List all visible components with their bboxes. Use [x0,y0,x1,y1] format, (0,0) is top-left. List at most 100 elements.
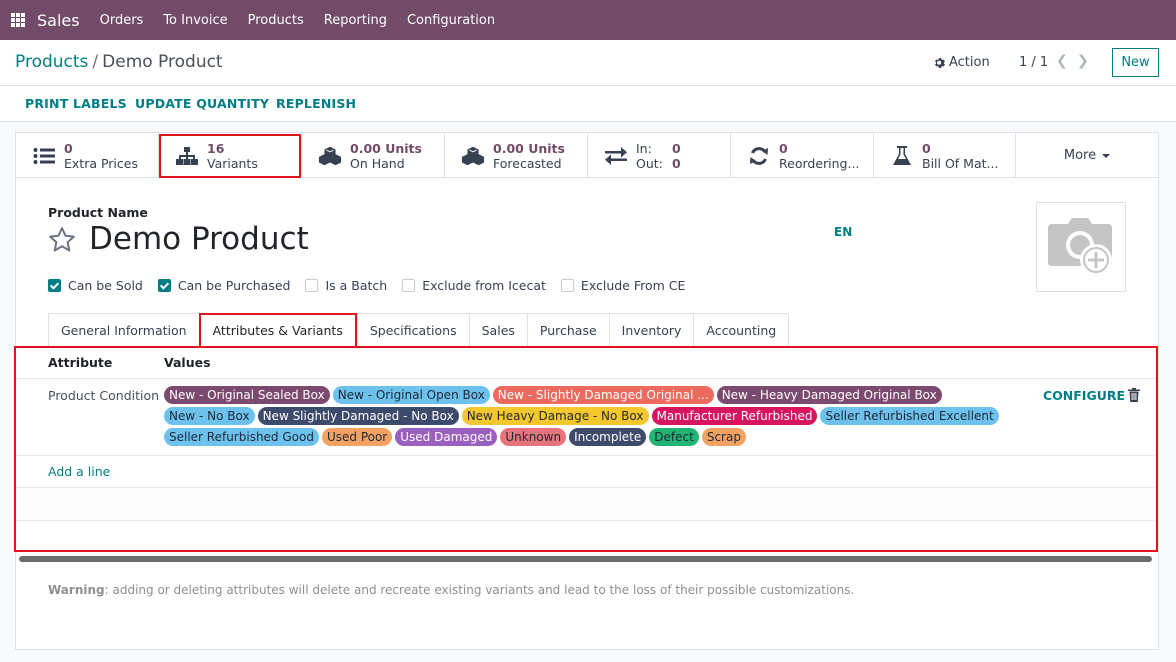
variants-button[interactable]: 16 Variants [159,133,302,178]
breadcrumb: Products / Demo Product [15,52,223,72]
top-navbar: Sales Orders To Invoice Products Reporti… [0,0,1176,40]
value-badge[interactable]: Scrap [701,428,746,446]
gear-icon [935,57,945,68]
update-quantity-button[interactable]: UPDATE QUANTITY [135,96,269,111]
menu-to-invoice[interactable]: To Invoice [163,13,227,28]
list-icon [32,144,56,168]
replenish-button[interactable]: REPLENISH [276,96,356,111]
variants-value: 16 [207,140,225,156]
tab-accounting[interactable]: Accounting [693,313,790,347]
add-a-line-link[interactable]: Add a line [48,464,110,479]
value-badge[interactable]: Seller Refurbished Good [164,428,319,446]
bom-label: Bill Of Mat... [922,155,999,171]
header-attribute[interactable]: Attribute [48,355,112,370]
apps-grid-icon[interactable] [11,13,25,27]
value-badge[interactable]: Unknown [500,428,567,446]
configure-button[interactable]: CONFIGURE [1043,388,1125,403]
new-button[interactable]: New [1112,48,1159,77]
pager-value[interactable]: 1 / 1 [1019,55,1048,70]
can-be-sold-checkbox[interactable]: Can be Sold [48,278,143,293]
on-hand-value: 0.00 Units [350,140,422,156]
value-badge[interactable]: Seller Refurbished Excellent [820,407,999,425]
tab-specifications[interactable]: Specifications [356,313,469,347]
is-a-batch-checkbox[interactable]: Is a Batch [305,278,387,293]
value-badge[interactable]: New - Original Open Box [332,386,490,404]
reordering-button[interactable]: 0 Reordering... [731,133,874,178]
statusbar: PRINT LABELS UPDATE QUANTITY REPLENISH [0,86,1176,122]
attribute-name[interactable]: Product Condition [48,388,159,403]
value-badge[interactable]: New - Heavy Damaged Original Box [716,386,942,404]
trash-icon[interactable] [1128,388,1140,402]
exclude-from-icecat-checkbox[interactable]: Exclude from Icecat [402,278,546,293]
horizontal-scrollbar[interactable] [19,556,1152,562]
value-badge[interactable]: New Slightly Damaged - No Box [257,407,459,425]
menu-orders[interactable]: Orders [100,13,144,28]
form-sheet: 0 Extra Prices 16 Variants 0.00 Units On… [14,132,1159,650]
exclude-from-icecat-label: Exclude from Icecat [422,278,546,293]
forecasted-label: Forecasted [493,155,562,171]
checkbox-checked-icon[interactable] [48,279,61,292]
control-panel: Products / Demo Product Action 1 / 1 ❮ ❯ N… [0,40,1176,86]
value-badge[interactable]: New - Original Sealed Box [164,386,330,404]
chevron-left-icon[interactable]: ❮ [1056,53,1068,69]
product-flags: Can be Sold Can be Purchased Is a Batch … [48,278,700,293]
value-badge[interactable]: New Heavy Damage - No Box [461,407,649,425]
language-button[interactable]: EN [834,225,852,239]
menu-products[interactable]: Products [248,13,304,28]
checkbox-unchecked-icon[interactable] [560,279,574,292]
breadcrumb-products-link[interactable]: Products [15,52,88,72]
tab-general-information[interactable]: General Information [48,313,199,347]
checkbox-unchecked-icon[interactable] [402,279,416,292]
warning-message: Warning: adding or deleting attributes w… [48,583,854,597]
header-values[interactable]: Values [164,355,211,370]
smart-button-box: 0 Extra Prices 16 Variants 0.00 Units On… [16,133,1158,178]
forecasted-button[interactable]: 0.00 Units Forecasted [445,133,588,178]
menu-configuration[interactable]: Configuration [407,13,495,28]
star-icon[interactable] [47,225,77,255]
flask-icon [890,144,914,168]
attributes-table: Attribute Values Product Condition New -… [14,346,1158,552]
product-name-input[interactable]: Demo Product [89,221,309,257]
product-image-upload[interactable] [1036,202,1126,292]
refresh-icon [747,144,771,168]
product-name-label: Product Name [48,205,148,220]
checkbox-checked-icon[interactable] [157,279,171,292]
more-button[interactable]: More [1016,133,1158,178]
value-badge[interactable]: Used Poor [321,428,393,446]
out-label: Out: [636,155,663,171]
value-badge[interactable]: Defect [649,428,699,446]
reordering-value: 0 [779,140,788,156]
value-badge[interactable]: Used Damaged [395,428,498,446]
in-value: 0 [672,140,681,156]
exclude-from-ce-checkbox[interactable]: Exclude From CE [560,278,685,293]
tab-purchase[interactable]: Purchase [526,313,609,347]
value-badge[interactable]: Manufacturer Refurbished [651,407,818,425]
out-value: 0 [672,155,681,171]
camera-add-icon [1048,218,1112,276]
tab-attributes-variants[interactable]: Attributes & Variants [198,313,357,346]
on-hand-button[interactable]: 0.00 Units On Hand [302,133,445,178]
breadcrumb-current: Demo Product [102,52,223,72]
can-be-purchased-checkbox[interactable]: Can be Purchased [157,278,290,293]
action-button[interactable]: Action [934,55,990,70]
tab-inventory[interactable]: Inventory [608,313,694,347]
value-badge[interactable]: New - Slightly Damaged Original ... [492,386,714,404]
sitemap-icon [175,144,199,168]
print-labels-button[interactable]: PRINT LABELS [25,96,127,111]
checkbox-unchecked-icon[interactable] [305,279,319,292]
value-badge[interactable]: Incomplete [569,428,647,446]
bom-value: 0 [922,140,931,156]
extra-prices-button[interactable]: 0 Extra Prices [16,133,159,178]
cubes-icon [461,144,485,168]
in-out-button[interactable]: In: 0 Out: 0 [588,133,731,178]
menu-reporting[interactable]: Reporting [324,13,387,28]
tab-sales[interactable]: Sales [468,313,527,347]
attribute-values[interactable]: New - Original Sealed Box New - Original … [164,386,1014,446]
bill-of-materials-button[interactable]: 0 Bill Of Mat... [874,133,1016,178]
app-name[interactable]: Sales [37,11,80,30]
value-badge[interactable]: New - No Box [164,407,255,425]
in-label: In: [636,140,652,156]
chevron-right-icon[interactable]: ❯ [1077,53,1089,69]
warning-text: : adding or deleting attributes will del… [104,583,855,597]
is-a-batch-label: Is a Batch [325,278,388,293]
